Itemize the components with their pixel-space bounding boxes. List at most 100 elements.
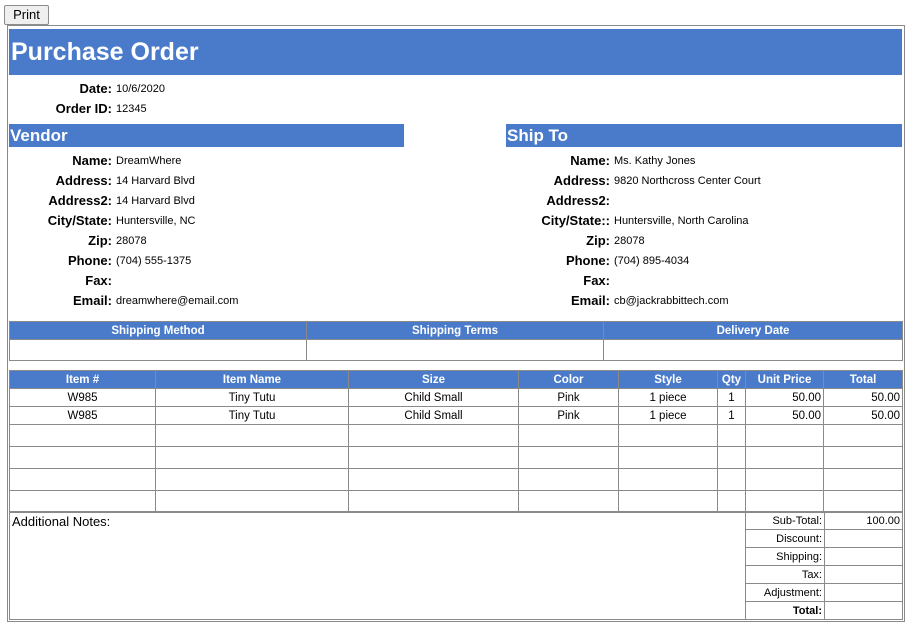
empty-cell[interactable] xyxy=(9,446,156,469)
empty-cell[interactable] xyxy=(745,424,824,447)
grand-total-row: Total: xyxy=(745,601,903,620)
empty-cell[interactable] xyxy=(518,446,619,469)
grand-total-value[interactable] xyxy=(824,601,903,620)
vendor-address-row: Address: 14 Harvard Blvd xyxy=(8,172,408,190)
totals-table: Sub-Total: 100.00 Discount: Shipping: Tax… xyxy=(745,511,903,620)
unit-price-cell[interactable]: 50.00 xyxy=(745,406,824,425)
empty-cell[interactable] xyxy=(745,446,824,469)
vendor-field-label: City/State: xyxy=(47,213,112,228)
shipping-value[interactable] xyxy=(824,547,903,566)
date-row: Date: 10/6/2020 xyxy=(8,80,308,98)
items-header-row: Item # Item Name Size Color Style Qty Un… xyxy=(9,370,903,389)
page-title: Purchase Order xyxy=(9,29,902,75)
ship-to-field-value[interactable]: Ms. Kathy Jones xyxy=(614,152,695,170)
empty-cell[interactable] xyxy=(618,490,718,513)
ship-to-field-value[interactable]: 9820 Northcross Center Court xyxy=(614,172,761,190)
unit-price-cell[interactable]: 50.00 xyxy=(745,388,824,407)
unit-price-header: Unit Price xyxy=(745,370,824,389)
date-value[interactable]: 10/6/2020 xyxy=(116,80,165,98)
empty-cell[interactable] xyxy=(717,490,746,513)
qty-cell[interactable]: 1 xyxy=(717,406,746,425)
color-cell[interactable]: Pink xyxy=(518,406,619,425)
subtotal-value[interactable]: 100.00 xyxy=(824,511,903,530)
additional-notes-area[interactable]: Additional Notes: xyxy=(9,511,746,620)
empty-cell[interactable] xyxy=(155,468,349,491)
item-name-cell[interactable]: Tiny Tutu xyxy=(155,388,349,407)
ship-to-field-value[interactable]: 28078 xyxy=(614,232,645,250)
empty-cell[interactable] xyxy=(9,490,156,513)
vendor-field-value[interactable]: DreamWhere xyxy=(116,152,181,170)
empty-cell[interactable] xyxy=(155,490,349,513)
order-id-label: Order ID: xyxy=(55,101,112,116)
empty-cell[interactable] xyxy=(717,424,746,447)
ship-to-field-label: Email: xyxy=(570,293,610,308)
tax-value[interactable] xyxy=(824,565,903,584)
item-number-cell[interactable]: W985 xyxy=(9,406,156,425)
size-cell[interactable]: Child Small xyxy=(348,406,519,425)
empty-cell[interactable] xyxy=(9,424,156,447)
vendor-field-value[interactable]: 14 Harvard Blvd xyxy=(116,172,195,190)
empty-cell[interactable] xyxy=(518,490,619,513)
vendor-field-label: Zip: xyxy=(88,233,112,248)
qty-cell[interactable]: 1 xyxy=(717,388,746,407)
tax-row: Tax: xyxy=(745,565,903,584)
ship-to-field-value[interactable]: cb@jackrabbittech.com xyxy=(614,292,729,310)
empty-cell[interactable] xyxy=(745,490,824,513)
vendor-fax-row: Fax: xyxy=(8,272,408,290)
ship-to-field-label: Address: xyxy=(553,173,610,188)
empty-cell[interactable] xyxy=(823,490,903,513)
adjustment-value[interactable] xyxy=(824,583,903,602)
vendor-field-value[interactable]: 28078 xyxy=(116,232,147,250)
empty-cell[interactable] xyxy=(823,446,903,469)
ship-to-heading: Ship To xyxy=(506,124,902,147)
delivery-date-cell[interactable] xyxy=(603,339,903,361)
vendor-phone-row: Phone: (704) 555-1375 xyxy=(8,252,408,270)
total-cell[interactable]: 50.00 xyxy=(823,406,903,425)
empty-cell[interactable] xyxy=(823,468,903,491)
qty-header: Qty xyxy=(717,370,746,389)
size-header: Size xyxy=(348,370,519,389)
item-name-cell[interactable]: Tiny Tutu xyxy=(155,406,349,425)
style-cell[interactable]: 1 piece xyxy=(618,406,718,425)
vendor-field-value[interactable]: dreamwhere@email.com xyxy=(116,292,238,310)
empty-cell[interactable] xyxy=(518,424,619,447)
vendor-address2-row: Address2: 14 Harvard Blvd xyxy=(8,192,408,210)
vendor-field-value[interactable]: (704) 555-1375 xyxy=(116,252,191,270)
empty-cell[interactable] xyxy=(745,468,824,491)
size-cell[interactable]: Child Small xyxy=(348,388,519,407)
empty-cell[interactable] xyxy=(348,446,519,469)
empty-cell[interactable] xyxy=(348,490,519,513)
style-cell[interactable]: 1 piece xyxy=(618,388,718,407)
total-cell[interactable]: 50.00 xyxy=(823,388,903,407)
empty-cell[interactable] xyxy=(9,468,156,491)
ship-to-field-value[interactable]: (704) 895-4034 xyxy=(614,252,689,270)
vendor-field-value[interactable]: Huntersville, NC xyxy=(116,212,195,230)
empty-cell[interactable] xyxy=(823,424,903,447)
tax-label: Tax: xyxy=(745,565,825,584)
style-header: Style xyxy=(618,370,718,389)
order-id-value[interactable]: 12345 xyxy=(116,100,147,118)
empty-cell[interactable] xyxy=(618,468,718,491)
total-header: Total xyxy=(823,370,903,389)
vendor-field-value[interactable]: 14 Harvard Blvd xyxy=(116,192,195,210)
empty-cell[interactable] xyxy=(155,424,349,447)
empty-cell[interactable] xyxy=(155,446,349,469)
color-cell[interactable]: Pink xyxy=(518,388,619,407)
additional-notes-label: Additional Notes: xyxy=(12,514,111,529)
vendor-field-label: Email: xyxy=(72,293,112,308)
shipping-table: Shipping Method Shipping Terms Delivery … xyxy=(9,321,903,361)
empty-cell[interactable] xyxy=(717,446,746,469)
empty-cell[interactable] xyxy=(618,446,718,469)
empty-cell[interactable] xyxy=(348,468,519,491)
empty-cell[interactable] xyxy=(618,424,718,447)
empty-cell[interactable] xyxy=(717,468,746,491)
ship-to-field-value[interactable]: Huntersville, North Carolina xyxy=(614,212,749,230)
vendor-city-state-row: City/State: Huntersville, NC xyxy=(8,212,408,230)
print-button[interactable]: Print xyxy=(4,5,49,25)
shipping-terms-cell[interactable] xyxy=(306,339,604,361)
discount-value[interactable] xyxy=(824,529,903,548)
shipping-method-cell[interactable] xyxy=(9,339,307,361)
empty-cell[interactable] xyxy=(348,424,519,447)
empty-cell[interactable] xyxy=(518,468,619,491)
item-number-cell[interactable]: W985 xyxy=(9,388,156,407)
